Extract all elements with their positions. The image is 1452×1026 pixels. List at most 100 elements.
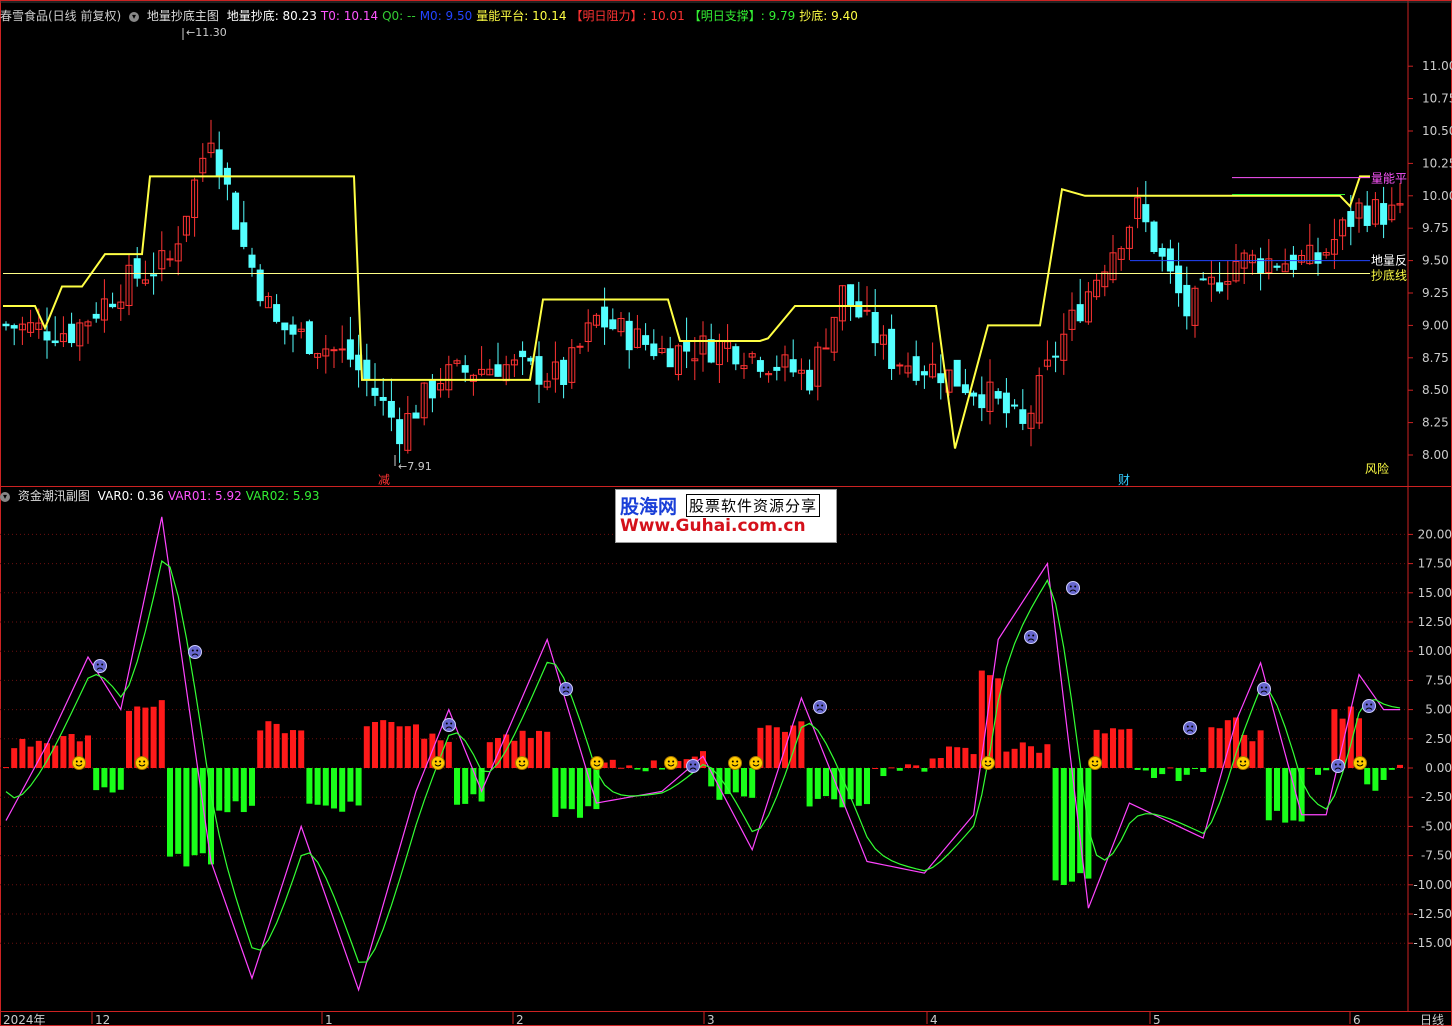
candle-body [1175,265,1183,294]
candle-body [1183,284,1191,317]
smiley-happy-icon [135,756,149,770]
sub-axis-label: -10.00 [1413,878,1452,892]
sub-axis-label: 12.50 [1418,615,1452,629]
histogram-bar [3,767,9,769]
histogram-bar [1159,768,1166,775]
histogram-bar [1060,768,1067,886]
candle-body [2,323,10,327]
candle-body [789,359,797,373]
histogram-bar [1192,768,1198,769]
candle-body [1363,205,1371,226]
candle-body [847,284,855,307]
histogram-bar [1265,768,1272,821]
histogram-bar [347,768,354,802]
candle-body [756,360,764,372]
histogram-bar [847,768,854,800]
histogram-bar [372,722,378,768]
histogram-bar [552,768,559,817]
histogram-bar [1028,746,1034,768]
price-axis-label: 8.25 [1422,416,1449,430]
chevron-down-icon[interactable]: ▾ [129,11,140,22]
histogram-bar [1019,742,1026,768]
histogram-bar [1011,748,1018,768]
signal-reduce: 减 [378,473,390,487]
x-axis-month: 6 [1353,1013,1361,1026]
sub-indicator-name[interactable]: 资金潮汛副图 [18,489,90,503]
candle-body [625,320,633,351]
platform-label: 量能平 [1371,172,1407,186]
smiley-happy-icon [664,756,678,770]
histogram-bar [1044,744,1051,768]
smiley-sad-icon [1066,581,1080,595]
smiley-happy-icon [515,756,529,770]
histogram-bar [1274,768,1280,811]
histogram-bar [1183,768,1190,775]
sub-value-0: VAR0: 0.36 [97,489,164,503]
smiley-happy-icon [728,756,742,770]
histogram-bar [946,746,952,768]
histogram-bar [642,768,649,772]
candle-body [1289,254,1297,270]
histogram-bar [749,768,756,798]
stock-title[interactable]: 春雪食品(日线 前复权) [0,9,121,23]
low-price-label: ←7.91 [398,460,432,473]
histogram-bar [27,746,34,768]
histogram-bar [265,721,272,768]
histogram-bar [363,726,370,768]
main-value-2: Q0: -- [382,9,416,23]
candle-body [1002,392,1010,414]
candle-body [822,347,830,350]
x-axis-year: 2024年 [3,1013,46,1026]
smiley-sad-icon [93,659,107,673]
histogram-bar [1085,768,1092,879]
histogram-bar [388,722,395,768]
candle-body [953,359,961,387]
histogram-bar [1175,768,1182,782]
volume-platform-line [3,175,1370,449]
histogram-bar [93,768,100,791]
histogram-bar [290,730,296,768]
watermark-url: Www.Guhai.com.cn [620,516,806,536]
candle-body [51,340,59,344]
sub-axis-label: 20.00 [1418,527,1452,541]
candle-body [609,319,617,330]
candle-body [289,324,297,335]
histogram-bar [937,758,944,768]
histogram-bar [896,768,903,771]
histogram-bar [175,768,182,854]
chevron-down-icon[interactable]: ▾ [0,491,10,502]
smiley-happy-icon [1088,756,1102,770]
histogram-bar [732,768,739,793]
main-indicator-name[interactable]: 地量抄底主图 [147,9,219,23]
x-axis-month: 5 [1153,1013,1161,1026]
candle-body [666,348,674,368]
histogram-bar [11,748,18,768]
price-axis-label: 10.75 [1422,92,1452,106]
histogram-bar [224,768,231,813]
main-value-3: M0: 9.50 [419,9,473,23]
candle-body [494,364,502,377]
histogram-bar [773,727,780,768]
histogram-bar [339,768,346,812]
histogram-bar [355,768,362,806]
histogram-bar [913,765,920,768]
smiley-happy-icon [1353,756,1367,770]
histogram-bar [199,768,206,854]
candle-body [888,328,896,369]
candle-body [871,312,879,344]
candle-body [937,373,945,384]
histogram-bar [331,768,337,809]
histogram-bar [1216,728,1223,768]
sub-indicator-values: VAR0: 0.36 VAR01: 5.92 VAR02: 5.93 [98,489,324,503]
candle-body [43,331,51,341]
histogram-bar [1167,767,1174,769]
histogram-bar [806,768,813,807]
candle-body [773,366,781,371]
sub-axis-label: 17.50 [1418,557,1452,571]
x-axis-month: 12 [95,1013,110,1026]
candle-body [346,339,354,360]
histogram-bar [618,767,624,769]
histogram-bar [650,760,657,768]
smiley-sad-icon [1331,759,1345,773]
histogram-bar [970,754,977,768]
